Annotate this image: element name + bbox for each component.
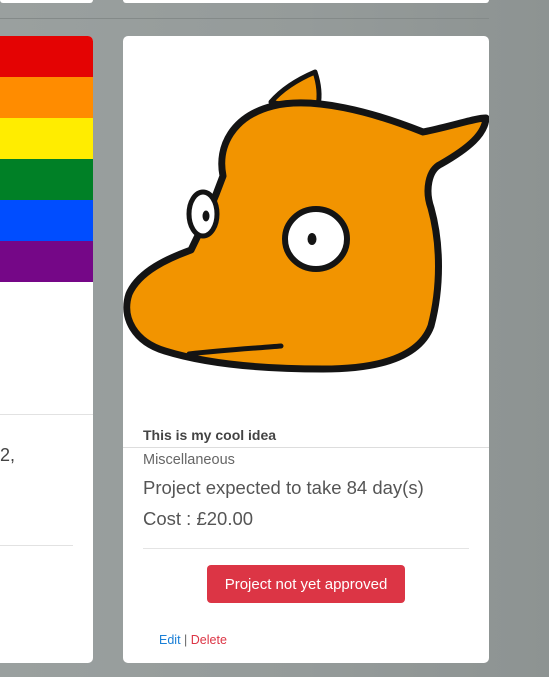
flag-stripe [0,241,93,282]
row-divider [0,18,489,19]
card-divider [0,545,73,546]
flag-stripe [0,77,93,118]
project-cost: Cost : £20.00 [143,508,254,529]
previous-card-bottom-right [123,0,489,3]
card-body-divider [143,548,469,549]
flag-stripe [0,118,93,159]
project-category: Miscellaneous [143,452,235,468]
orange-creature-icon [123,69,489,373]
approval-status-button[interactable]: Project not yet approved [207,565,405,603]
card-header-divider [123,447,489,448]
project-card: This is my cool idea Miscellaneous Proje… [123,36,489,663]
rainbow-flag-image [0,36,93,282]
card-actions: Edit | Delete [159,633,227,647]
project-title: This is my cool idea [143,427,277,443]
action-separator: | [184,633,188,647]
edit-link[interactable]: Edit [159,633,181,647]
flag-stripe [0,159,93,200]
card-divider [0,414,93,415]
card-text-cutoff: 2, [0,445,16,465]
flag-stripe [0,200,93,241]
delete-link[interactable]: Delete [191,633,227,647]
project-duration: Project expected to take 84 day(s) [143,477,424,498]
project-card-partial: 2, [0,36,93,663]
previous-card-bottom-left [0,0,93,3]
flag-stripe [0,36,93,77]
project-image [123,69,489,373]
